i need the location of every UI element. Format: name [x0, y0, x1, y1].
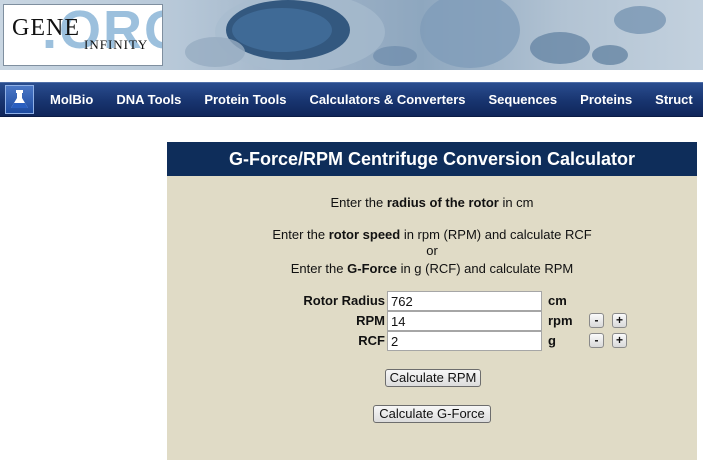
rpm-row: RPM rpm - +: [167, 311, 697, 331]
rcf-decrement-button[interactable]: -: [589, 333, 604, 348]
nav-item-sequences[interactable]: Sequences: [477, 83, 569, 116]
instruction-text: in cm: [498, 195, 534, 210]
instruction-text: Enter the: [272, 227, 329, 242]
calculate-gforce-button[interactable]: Calculate G-Force: [373, 405, 491, 423]
rcf-input[interactable]: [387, 331, 542, 351]
logo-infinity-text: INFINITY: [84, 37, 149, 52]
rcf-row: RCF g - +: [167, 331, 697, 351]
instruction-text: in rpm (RPM) and calculate RCF: [400, 227, 592, 242]
instruction-radius: Enter the radius of the rotor in cm: [167, 195, 697, 210]
site-logo[interactable]: .ORG GENE INFINITY: [3, 4, 163, 66]
radius-row: Rotor Radius cm: [167, 291, 697, 311]
logo-gene-text: GENE: [12, 15, 80, 41]
rcf-label: RCF: [358, 333, 385, 348]
rpm-decrement-button[interactable]: -: [589, 313, 604, 328]
main-navigation: MolBio DNA Tools Protein Tools Calculato…: [0, 82, 703, 117]
rpm-label: RPM: [356, 313, 385, 328]
instruction-emphasis: radius of the rotor: [386, 195, 499, 210]
instruction-or: or: [426, 243, 438, 258]
instruction-text: Enter the: [290, 261, 348, 276]
instruction-text: in g (RCF) and calculate RPM: [396, 261, 574, 276]
flask-icon[interactable]: [5, 85, 34, 114]
nav-item-proteins[interactable]: Proteins: [568, 83, 643, 116]
calculate-rpm-button[interactable]: Calculate RPM: [385, 369, 481, 387]
radius-label: Rotor Radius: [303, 293, 385, 308]
radius-unit: cm: [548, 293, 567, 308]
rcf-increment-button[interactable]: +: [612, 333, 627, 348]
rpm-unit: rpm: [548, 313, 573, 328]
nav-item-protein-tools[interactable]: Protein Tools: [192, 83, 297, 116]
nav-item-calculators-converters[interactable]: Calculators & Converters: [297, 83, 476, 116]
rcf-unit: g: [548, 333, 556, 348]
nav-item-dna-tools[interactable]: DNA Tools: [104, 83, 192, 116]
header-banner: .ORG GENE INFINITY: [0, 0, 703, 70]
rpm-increment-button[interactable]: +: [612, 313, 627, 328]
instruction-emphasis: G-Force: [347, 261, 397, 276]
nav-item-molbio[interactable]: MolBio: [38, 83, 104, 116]
calculator-panel: G-Force/RPM Centrifuge Conversion Calcul…: [167, 142, 697, 460]
instruction-gforce: Enter the G-Force in g (RCF) and calcula…: [167, 261, 697, 276]
instruction-speed: Enter the rotor speed in rpm (RPM) and c…: [167, 227, 697, 242]
rpm-input[interactable]: [387, 311, 542, 331]
radius-input[interactable]: [387, 291, 542, 311]
instruction-text: Enter the: [330, 195, 387, 210]
nav-item-structures[interactable]: Struct: [643, 83, 703, 116]
instruction-emphasis: rotor speed: [328, 227, 401, 242]
calculator-title: G-Force/RPM Centrifuge Conversion Calcul…: [167, 142, 697, 176]
